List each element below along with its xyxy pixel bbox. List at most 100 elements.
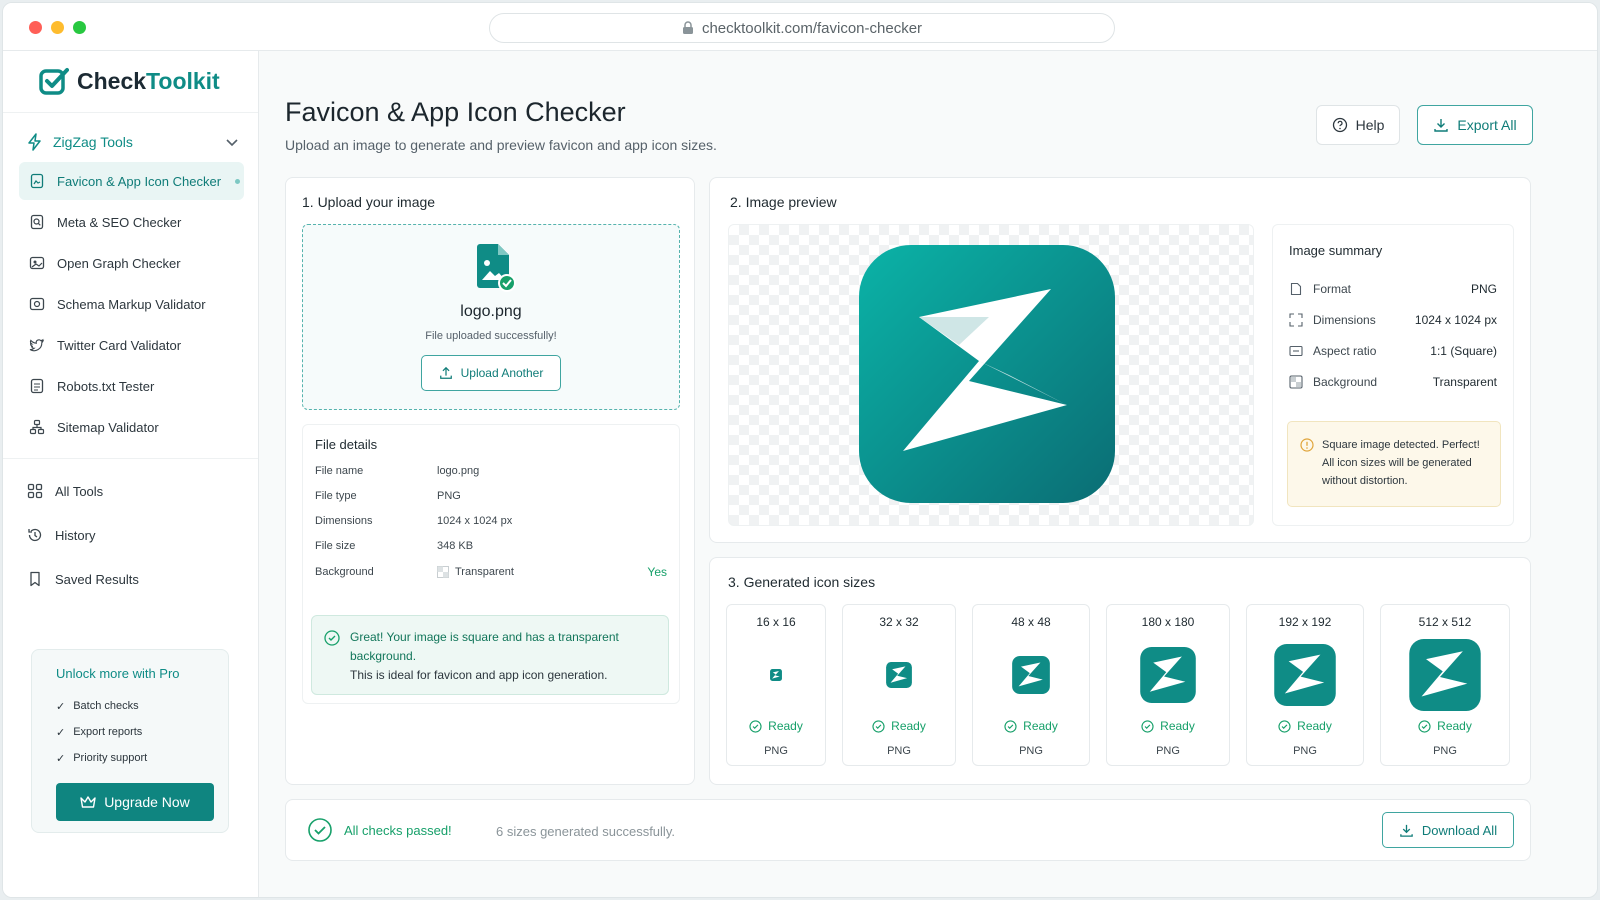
upgrade-button[interactable]: Upgrade Now [56,783,214,821]
icon-size-tile[interactable]: 32 x 32 Ready PNG [842,604,956,766]
close-window-button[interactable] [29,21,42,34]
transparency-swatch-icon [437,566,449,578]
download-all-button[interactable]: Download All [1382,812,1514,848]
zigzag-logo-icon [1140,647,1196,703]
open-graph-icon [29,256,45,270]
page-title: Favicon & App Icon Checker [285,97,626,127]
sidebar-item-robots[interactable]: Robots.txt Tester [19,367,244,405]
zigzag-logo-icon [1274,644,1336,706]
file-icon [1290,282,1302,296]
sidebar-item-saved-results[interactable]: Saved Results [3,557,258,601]
sidebar-item-label: Twitter Card Validator [57,337,182,353]
success-message: Great! Your image is square and has a tr… [311,615,669,695]
ready-status: Ready [1381,719,1509,733]
meta-search-icon [30,214,44,230]
upload-card: 1. Upload your image logo.png File uploa… [285,177,695,785]
sidebar-item-schema[interactable]: Schema Markup Validator [19,285,244,323]
detail-row: Background Transparent Yes [315,565,667,579]
zigzag-logo-icon [1409,639,1481,711]
check-circle-icon [749,719,762,733]
detail-row: Dimensions 1024 x 1024 px [315,515,513,527]
twitter-icon [29,338,45,352]
detail-row: File type PNG [315,490,461,502]
minimize-window-button[interactable] [51,21,64,34]
detail-row: File name logo.png [315,465,480,477]
icon-format: PNG [1433,745,1457,757]
brand-logo[interactable]: CheckToolkit [3,51,258,113]
sidebar-item-label: Robots.txt Tester [57,378,155,394]
icon-size-tile[interactable]: 512 x 512 Ready PNG [1380,604,1510,766]
check-circle-icon [324,630,340,646]
ready-status: Ready [1107,719,1229,733]
sidebar-item-history[interactable]: History [3,513,258,557]
download-icon [1434,119,1449,132]
sidebar-item-label: Open Graph Checker [57,255,181,271]
crown-icon [80,796,96,808]
icon-format: PNG [1019,745,1043,757]
sidebar-item-label: Favicon & App Icon Checker [57,173,222,189]
sidebar-item-open-graph[interactable]: Open Graph Checker [19,244,244,282]
url-text: checktoolkit.com/favicon-checker [701,19,923,37]
main-content: Favicon & App Icon Checker Upload an ima… [285,51,1597,897]
upload-dropzone[interactable]: logo.png File uploaded successfully! Upl… [302,224,680,410]
checkbox-logo-icon [39,67,69,95]
pro-title: Unlock more with Pro [56,666,180,681]
icon-size-tile[interactable]: 180 x 180 Ready PNG [1106,604,1230,766]
check-icon: ✓ [56,726,66,739]
tool-group-toggle[interactable]: ZigZag Tools [3,113,258,159]
square-notice: Square image detected. Perfect! All icon… [1287,421,1501,507]
pro-feature: ✓ Batch checks [56,700,139,713]
image-file-icon [477,244,516,292]
zigzag-logo-icon [886,662,912,688]
summary-row: Background Transparent [1289,372,1497,392]
sidebar-item-meta-seo[interactable]: Meta & SEO Checker [19,203,244,241]
sidebar-item-label: History [55,527,96,543]
sidebar-item-twitter-card[interactable]: Twitter Card Validator [19,326,244,364]
browser-titlebar: checktoolkit.com/favicon-checker [3,3,1597,51]
check-circle-icon [872,719,885,733]
help-button[interactable]: Help [1316,105,1400,145]
icon-size-tile[interactable]: 48 x 48 Ready PNG [972,604,1090,766]
check-circle-icon [1141,719,1154,733]
icon-sizes-card: 3. Generated icon sizes 16 x 16 Ready PN… [709,557,1531,785]
lightning-icon [28,133,41,151]
upload-status: File uploaded successfully! [425,330,557,342]
active-indicator [235,178,241,184]
ready-status: Ready [1247,719,1363,733]
lock-icon [682,21,693,34]
page-subtitle: Upload an image to generate and preview … [285,137,717,153]
pro-feature: ✓ Export reports [56,726,143,739]
result-bar: All checks passed! 6 sizes generated suc… [285,799,1531,861]
sidebar-divider [3,458,258,459]
check-circle-icon [1418,719,1431,733]
grid-icon [27,483,43,499]
summary-row: Format PNG [1289,279,1497,299]
pro-feature: ✓ Priority support [56,752,148,765]
sidebar-item-label: All Tools [55,483,104,499]
chevron-down-icon [226,134,238,150]
bookmark-icon [30,571,40,587]
sidebar: CheckToolkit ZigZag Tools Favicon & App … [3,51,259,897]
favicon-file-icon [30,173,44,189]
maximize-window-button[interactable] [73,21,86,34]
download-icon [1400,824,1413,837]
icon-format: PNG [1293,745,1317,757]
icon-format: PNG [764,745,788,757]
icon-size-tile[interactable]: 16 x 16 Ready PNG [726,604,826,766]
sidebar-item-label: Saved Results [55,571,139,587]
ready-status: Ready [843,719,955,733]
transparency-icon [1289,375,1303,389]
checks-passed-status: All checks passed! [308,818,452,842]
zigzag-logo-icon [859,245,1115,503]
ready-status: Ready [973,719,1089,733]
sidebar-item-sitemap[interactable]: Sitemap Validator [19,408,244,446]
sidebar-item-all-tools[interactable]: All Tools [3,469,258,513]
icon-size-tile[interactable]: 192 x 192 Ready PNG [1246,604,1364,766]
upload-another-button[interactable]: Upload Another [421,355,561,391]
address-bar[interactable]: checktoolkit.com/favicon-checker [489,13,1115,43]
expand-icon [1289,313,1303,327]
sidebar-item-favicon-checker[interactable]: Favicon & App Icon Checker [19,162,244,200]
export-all-button[interactable]: Export All [1417,105,1533,145]
check-circle-icon [1278,719,1291,733]
image-summary-panel: Image summary Format PNG Dimensions 1024 x… [1272,224,1514,526]
